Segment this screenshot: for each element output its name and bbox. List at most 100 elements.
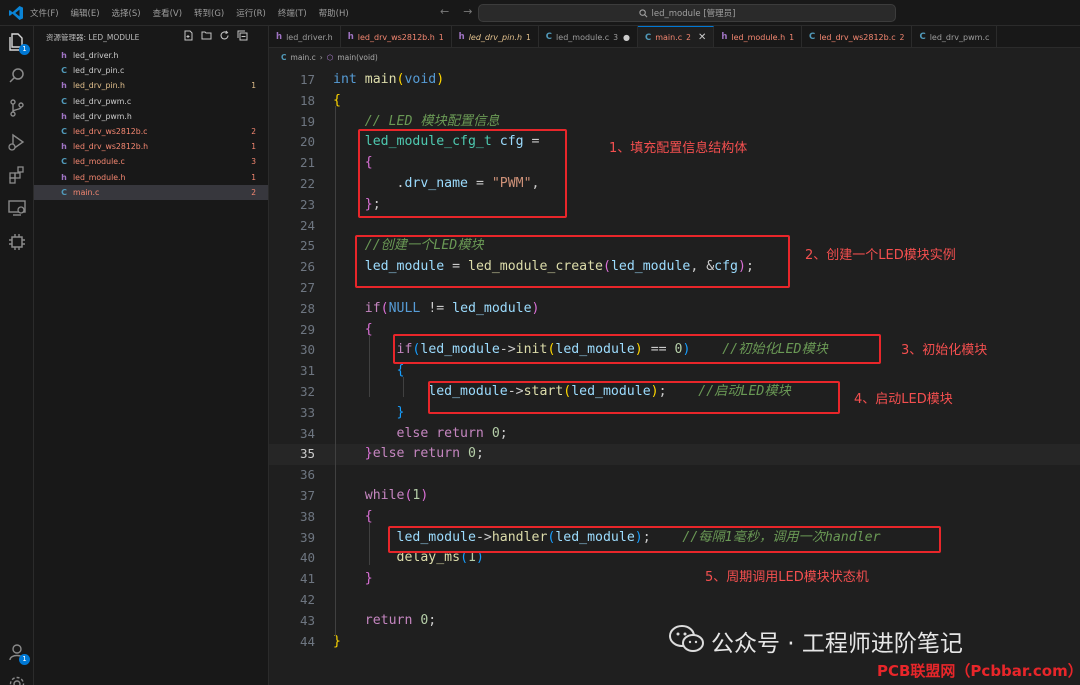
editor-tab[interactable]: Cmain.c 2 ✕	[637, 26, 715, 47]
file-item[interactable]: h led_driver.h	[34, 48, 268, 63]
tab-label: led_module.h	[731, 32, 786, 42]
gear-chip-icon[interactable]	[7, 232, 27, 252]
c-file-icon: C	[61, 96, 67, 106]
code-token: // LED 模块配置信息	[364, 113, 500, 129]
file-item[interactable]: Cled_drv_ws2812b.c 2	[34, 124, 268, 139]
c-file-icon: C	[644, 32, 652, 43]
code-token: void	[404, 72, 437, 87]
line-number: 41	[299, 571, 315, 587]
editor-tab[interactable]: Cled_drv_pwm.c	[912, 26, 998, 47]
code-text: while(1)	[333, 486, 429, 507]
code-token: int	[333, 72, 365, 87]
new-folder-icon[interactable]	[201, 30, 212, 41]
code-token: ;	[428, 612, 437, 628]
source-control-icon[interactable]	[7, 98, 27, 118]
annotation-box-3	[393, 334, 881, 364]
code-token: return	[364, 612, 421, 628]
code-line: 18{	[269, 91, 1080, 112]
account-icon[interactable]: 1	[7, 642, 30, 665]
file-item[interactable]: Cled_drv_pwm.c	[34, 94, 268, 109]
collapse-all-icon[interactable]	[237, 30, 248, 41]
code-line: 31 {	[269, 361, 1080, 382]
file-item[interactable]: h led_drv_pwm.h	[34, 109, 268, 124]
tab-problem-count: 2	[899, 32, 905, 42]
wechat-logo-icon	[669, 625, 704, 652]
editor-tab[interactable]: h led_module.h 1	[714, 26, 802, 47]
menu-go[interactable]: 转到(G)	[194, 7, 224, 19]
file-item[interactable]: h led_drv_ws2812b.h 1	[34, 139, 268, 154]
new-file-icon[interactable]	[183, 30, 194, 41]
refresh-icon[interactable]	[219, 30, 230, 41]
file-name: led_module.h	[73, 172, 126, 182]
code-text: if(NULL != led_module)	[333, 299, 540, 320]
code-text: else return 0;	[333, 424, 508, 445]
file-list: h led_driver.h Cled_drv_pin.c h led_drv_pin.…	[34, 48, 268, 200]
editor-tab[interactable]: h led_driver.h	[269, 26, 341, 47]
tab-label: led_drv_pwm.c	[929, 32, 990, 42]
header-file-icon: h	[61, 111, 67, 121]
code-token: (	[380, 300, 389, 316]
header-file-icon: h	[61, 51, 67, 61]
problem-count: 1	[251, 142, 256, 152]
editor-tab[interactable]: h led_drv_pin.h 1	[452, 26, 539, 47]
forward-arrow-icon[interactable]: →	[463, 5, 472, 18]
c-file-icon: C	[61, 127, 67, 137]
breadcrumb-symbol[interactable]: main(void)	[337, 53, 377, 62]
code-token: }	[396, 404, 405, 420]
code-token: led_module	[452, 300, 532, 316]
explorer-title: 资源管理器: LED_MODULE	[46, 32, 140, 42]
menu-terminal[interactable]: 终端(T)	[278, 7, 307, 19]
remote-explorer-icon[interactable]	[7, 198, 27, 218]
code-line: 42	[269, 590, 1080, 611]
code-line: 34 else return 0;	[269, 424, 1080, 445]
tab-problem-count: 2	[686, 33, 691, 42]
line-number: 31	[299, 363, 315, 379]
file-item[interactable]: Cled_module.c 3	[34, 154, 268, 169]
code-text: }	[333, 569, 373, 590]
menu-file[interactable]: 文件(F)	[30, 7, 59, 19]
file-item[interactable]: Cmain.c 2	[34, 184, 268, 200]
close-icon[interactable]: ✕	[698, 32, 706, 43]
annotation-box-1	[358, 129, 567, 218]
run-debug-icon[interactable]	[7, 132, 27, 152]
header-file-icon: h	[721, 32, 728, 42]
problem-count: 2	[251, 187, 256, 197]
line-number: 29	[299, 321, 315, 337]
menu-selection[interactable]: 选择(S)	[112, 7, 141, 19]
tab-label: led_drv_ws2812b.c	[819, 32, 896, 42]
menu-view[interactable]: 查看(V)	[153, 7, 182, 19]
manage-gear-icon[interactable]	[7, 674, 27, 685]
file-item[interactable]: h led_drv_pin.h 1	[34, 78, 268, 93]
breadcrumb-file[interactable]: main.c	[291, 53, 316, 62]
tab-label: led_drv_pin.h	[468, 32, 523, 42]
tab-label: led_driver.h	[286, 32, 333, 42]
extensions-icon[interactable]	[7, 165, 27, 185]
menu-edit[interactable]: 编辑(E)	[71, 7, 100, 19]
header-file-icon: h	[61, 81, 67, 91]
line-number: 38	[299, 508, 315, 524]
search-icon[interactable]	[7, 66, 27, 86]
editor-tab[interactable]: Cled_module.c 3 ●	[539, 26, 638, 47]
editor-tab[interactable]: h led_drv_ws2812b.h 1	[341, 26, 452, 47]
explorer-icon[interactable]: 1	[7, 32, 30, 55]
indent-guide	[369, 523, 370, 565]
code-token: )	[420, 488, 429, 503]
code-editor[interactable]: 17 int main(void) 18{19 // LED 模块配置信息 20 le…	[269, 66, 1080, 685]
line-number: 37	[299, 488, 315, 503]
file-item[interactable]: Cled_drv_pin.c	[34, 63, 268, 78]
editor-tab[interactable]: Cled_drv_ws2812b.c 2	[802, 26, 913, 47]
code-line: 24	[269, 216, 1080, 237]
code-line: 35 }else return 0;	[269, 444, 1080, 466]
menu-run[interactable]: 运行(R)	[236, 7, 266, 19]
file-item[interactable]: h led_module.h 1	[34, 170, 268, 185]
unsaved-dot-icon[interactable]: ●	[623, 33, 630, 42]
code-token: 0	[491, 425, 500, 441]
indent-guide	[403, 377, 404, 397]
command-center-search[interactable]: led_module [管理员]	[478, 4, 896, 22]
menu-help[interactable]: 帮助(H)	[319, 7, 349, 19]
back-arrow-icon[interactable]: ←	[440, 5, 449, 18]
explorer-badge: 1	[19, 44, 30, 55]
search-icon	[638, 8, 648, 17]
